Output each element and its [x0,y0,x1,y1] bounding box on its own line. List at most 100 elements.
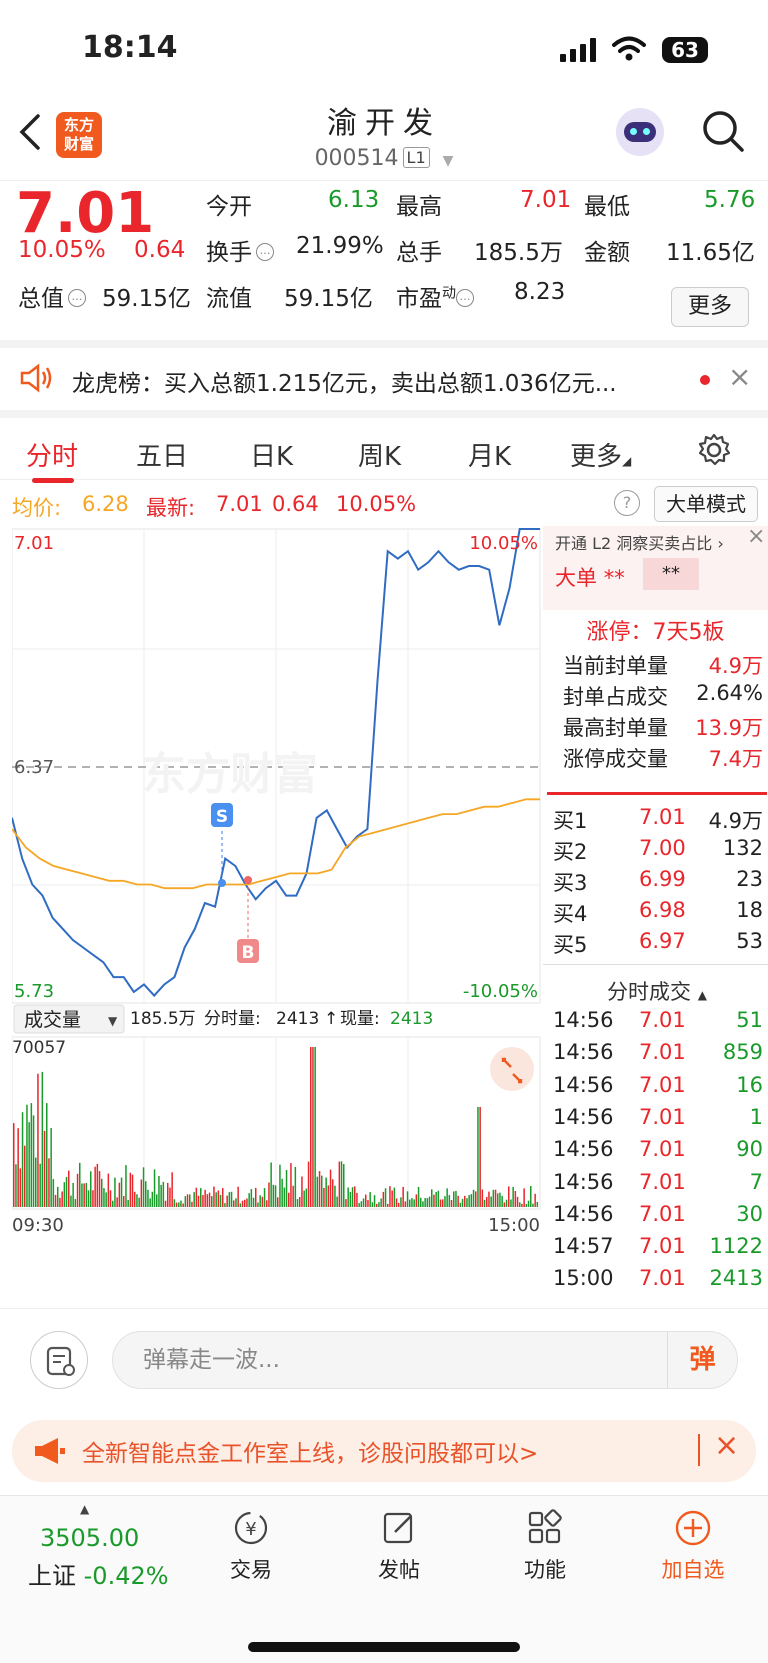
search-icon[interactable] [700,108,746,154]
plus-circle-icon [675,1510,711,1546]
volume-max-label: 70057 [12,1038,66,1058]
intraday-chart[interactable]: 东方财富 7.01 10.05% 6.37 5.73 -10.05% S B 成… [11,527,542,1307]
close-l2-icon[interactable]: × [747,524,765,549]
tab-more[interactable]: 更多◢ [570,436,631,473]
volume-bar [149,1198,151,1207]
wifi-icon [612,36,646,61]
more-quote-button[interactable]: 更多 [671,287,749,327]
volume-bar [345,1199,347,1207]
volume-bar [32,1115,35,1207]
turnover-value: 21.99% [296,233,384,259]
volume-bar [316,1176,319,1207]
volume-bar [384,1188,387,1207]
volume-bar [175,1202,178,1207]
volume-bar [360,1201,363,1207]
volume-bar [41,1071,44,1207]
nav-add-watchlist[interactable]: 加自选 [638,1508,748,1584]
volume-bar [114,1177,116,1207]
volume-bar [147,1189,149,1207]
stat-value: 7.4万 [708,747,763,771]
tab-weekly-k[interactable]: 周K [358,436,401,473]
bid-label: 买5 [553,933,588,957]
index-summary[interactable]: 上证 -0.42% [28,1556,169,1591]
grid-icon [528,1509,562,1544]
tab-daily-k[interactable]: 日K [250,436,293,473]
close-icon[interactable]: × [728,360,751,393]
chart-min-pct-label: -10.05% [463,981,538,1002]
volume-bar [343,1164,345,1207]
volume-bar [222,1188,224,1207]
latest-change: 0.64 [272,492,319,516]
volume-bar [136,1194,138,1207]
volume-bar [521,1203,523,1207]
volume-bar [290,1163,292,1207]
now-volume-label: 现量: [340,1009,380,1029]
volume-bar [87,1190,90,1207]
volume-bar [406,1191,409,1207]
volume-bar [296,1199,299,1207]
volume-bar [167,1182,169,1207]
volume-bar [466,1198,468,1207]
volume-bar [472,1189,475,1207]
tab-monthly-k[interactable]: 月K [468,436,511,473]
robot-assistant-icon[interactable] [616,108,664,156]
tick-row: 14:56 7.01 51 [543,1008,763,1038]
edit-icon [383,1512,413,1544]
volume-bar [351,1187,354,1207]
volume-bar [305,1188,308,1207]
big-order-mode-button[interactable]: 大单模式 [654,486,758,522]
tab-intraday[interactable]: 分时 [26,436,78,473]
tick-time: 14:57 [553,1234,614,1259]
volume-bar [505,1199,508,1207]
volume-bar [292,1185,294,1207]
volume-bar [191,1201,193,1207]
tick-row: 14:57 7.01 1122 [543,1234,763,1264]
nav-post[interactable]: 发帖 [344,1508,454,1584]
chart-svg: 东方财富 7.01 10.05% 6.37 5.73 -10.05% S B 成… [11,528,541,1236]
volume-bar [63,1182,66,1207]
close-promo-icon[interactable]: × [714,1428,739,1463]
volume-bar [72,1183,74,1207]
l2-text[interactable]: 开通 L2 洞察买卖占比 › [555,530,724,554]
volume-bar [468,1195,470,1207]
volume-bar [490,1196,492,1207]
volume-bar [30,1103,33,1207]
promo-banner[interactable]: 全新智能点金工作室上线，诊股问股都可以> × [12,1420,756,1482]
nav-trade[interactable]: ¥ 交易 [196,1508,306,1584]
settings-gear-icon[interactable] [696,432,732,468]
bar-volume-value: 2413 [276,1009,319,1029]
volume-bar [426,1198,429,1207]
chart-watermark: 东方财富 [142,750,318,799]
tick-price: 7.01 [639,1137,686,1162]
limit-stat-row: 最高封单量 13.9万 [543,712,763,742]
danmaku-input[interactable]: 弹幕走一波... 弹 [112,1331,738,1389]
volume-bar [446,1188,448,1207]
help-icon[interactable]: ? [614,490,640,516]
nav-functions[interactable]: 功能 [490,1508,600,1584]
tick-volume: 51 [736,1008,763,1032]
news-ticker[interactable]: 龙虎榜：买入总额1.215亿元，卖出总额1.036亿元... × [0,340,768,410]
volume-bar [413,1199,415,1207]
order-book-panel: 开通 L2 洞察买卖占比 › × 大单 ** ** 涨停：7天5板 当前封单量 4… [543,524,768,1310]
tick-price: 7.01 [639,1040,686,1065]
volume-bar [43,1130,46,1207]
volume-bar [523,1188,525,1207]
danmaku-send-button[interactable]: 弹 [667,1332,737,1388]
tab-five-day[interactable]: 五日 [136,436,188,473]
volume-label: 总手 [396,240,442,266]
high-value: 7.01 [520,187,572,213]
ticks-title[interactable]: 分时成交 ▲ [607,976,707,1006]
volume-bar [255,1187,257,1207]
volume-bar [101,1178,103,1207]
comment-list-icon[interactable] [30,1331,88,1389]
tick-row: 14:56 7.01 90 [543,1137,763,1167]
volume-bar [380,1198,382,1207]
bid-price: 6.99 [639,867,686,891]
volume-bar [19,1168,22,1207]
volume-bar [338,1161,341,1207]
volume-bar [464,1195,466,1207]
volume-bar [246,1198,248,1207]
index-value[interactable]: 3505.00 [40,1524,139,1552]
volume-bar [347,1187,349,1207]
tick-time: 14:56 [553,1040,614,1065]
